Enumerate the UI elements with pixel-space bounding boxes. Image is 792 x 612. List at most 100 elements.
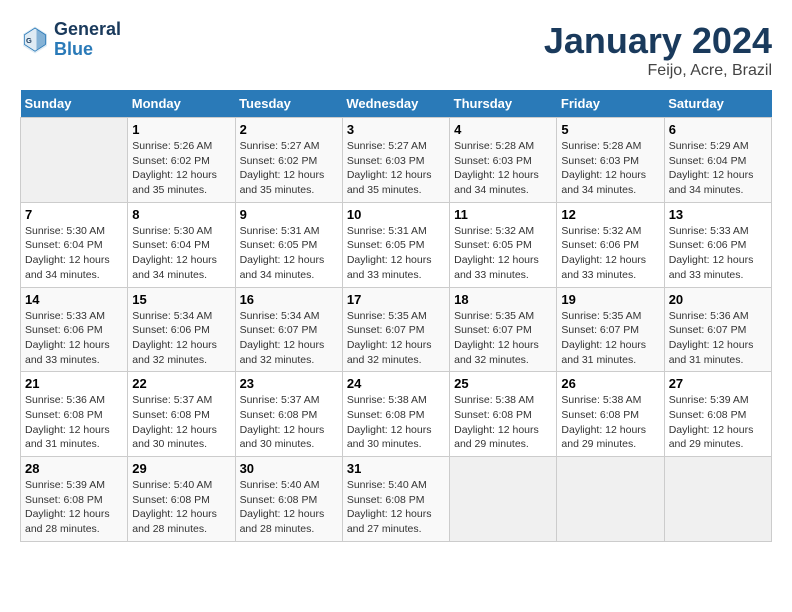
sunrise-text: Sunrise: 5:31 AM bbox=[347, 225, 427, 237]
sunset-text: Sunset: 6:08 PM bbox=[240, 494, 318, 506]
day-number: 29 bbox=[132, 461, 230, 476]
day-info: Sunrise: 5:38 AMSunset: 6:08 PMDaylight:… bbox=[454, 393, 552, 452]
daylight-text: Daylight: 12 hours bbox=[347, 339, 432, 351]
day-cell: 20Sunrise: 5:36 AMSunset: 6:07 PMDayligh… bbox=[664, 287, 771, 372]
day-info: Sunrise: 5:26 AMSunset: 6:02 PMDaylight:… bbox=[132, 139, 230, 198]
daylight-minutes-text: and 35 minutes. bbox=[132, 184, 207, 196]
day-info: Sunrise: 5:37 AMSunset: 6:08 PMDaylight:… bbox=[132, 393, 230, 452]
daylight-text: Daylight: 12 hours bbox=[25, 254, 110, 266]
day-info: Sunrise: 5:35 AMSunset: 6:07 PMDaylight:… bbox=[561, 309, 659, 368]
day-cell bbox=[557, 457, 664, 542]
daylight-minutes-text: and 35 minutes. bbox=[347, 184, 422, 196]
daylight-minutes-text: and 29 minutes. bbox=[454, 438, 529, 450]
day-info: Sunrise: 5:30 AMSunset: 6:04 PMDaylight:… bbox=[132, 224, 230, 283]
daylight-minutes-text: and 32 minutes. bbox=[132, 354, 207, 366]
daylight-minutes-text: and 29 minutes. bbox=[669, 438, 744, 450]
day-info: Sunrise: 5:34 AMSunset: 6:06 PMDaylight:… bbox=[132, 309, 230, 368]
day-cell: 12Sunrise: 5:32 AMSunset: 6:06 PMDayligh… bbox=[557, 202, 664, 287]
daylight-text: Daylight: 12 hours bbox=[669, 169, 754, 181]
daylight-minutes-text: and 31 minutes. bbox=[25, 438, 100, 450]
day-number: 24 bbox=[347, 376, 445, 391]
day-cell: 29Sunrise: 5:40 AMSunset: 6:08 PMDayligh… bbox=[128, 457, 235, 542]
sunrise-text: Sunrise: 5:39 AM bbox=[669, 394, 749, 406]
daylight-minutes-text: and 29 minutes. bbox=[561, 438, 636, 450]
daylight-minutes-text: and 34 minutes. bbox=[669, 184, 744, 196]
day-number: 26 bbox=[561, 376, 659, 391]
day-info: Sunrise: 5:30 AMSunset: 6:04 PMDaylight:… bbox=[25, 224, 123, 283]
day-number: 12 bbox=[561, 207, 659, 222]
daylight-minutes-text: and 34 minutes. bbox=[132, 269, 207, 281]
sunset-text: Sunset: 6:08 PM bbox=[454, 409, 532, 421]
sunset-text: Sunset: 6:06 PM bbox=[561, 239, 639, 251]
day-number: 8 bbox=[132, 207, 230, 222]
title-block: January 2024 Feijo, Acre, Brazil bbox=[544, 20, 772, 80]
day-number: 3 bbox=[347, 122, 445, 137]
day-number: 2 bbox=[240, 122, 338, 137]
column-header-wednesday: Wednesday bbox=[342, 90, 449, 118]
daylight-minutes-text: and 34 minutes. bbox=[561, 184, 636, 196]
daylight-minutes-text: and 34 minutes. bbox=[25, 269, 100, 281]
week-row-1: 1Sunrise: 5:26 AMSunset: 6:02 PMDaylight… bbox=[21, 118, 772, 203]
calendar-header-row: SundayMondayTuesdayWednesdayThursdayFrid… bbox=[21, 90, 772, 118]
sunset-text: Sunset: 6:07 PM bbox=[347, 324, 425, 336]
day-info: Sunrise: 5:31 AMSunset: 6:05 PMDaylight:… bbox=[240, 224, 338, 283]
sunrise-text: Sunrise: 5:35 AM bbox=[561, 310, 641, 322]
daylight-text: Daylight: 12 hours bbox=[132, 339, 217, 351]
sunrise-text: Sunrise: 5:30 AM bbox=[132, 225, 212, 237]
sunset-text: Sunset: 6:04 PM bbox=[669, 155, 747, 167]
daylight-text: Daylight: 12 hours bbox=[132, 508, 217, 520]
sunrise-text: Sunrise: 5:29 AM bbox=[669, 140, 749, 152]
daylight-minutes-text: and 33 minutes. bbox=[25, 354, 100, 366]
day-cell: 5Sunrise: 5:28 AMSunset: 6:03 PMDaylight… bbox=[557, 118, 664, 203]
day-info: Sunrise: 5:31 AMSunset: 6:05 PMDaylight:… bbox=[347, 224, 445, 283]
sunrise-text: Sunrise: 5:32 AM bbox=[454, 225, 534, 237]
daylight-text: Daylight: 12 hours bbox=[561, 169, 646, 181]
daylight-minutes-text: and 28 minutes. bbox=[240, 523, 315, 535]
sunset-text: Sunset: 6:07 PM bbox=[561, 324, 639, 336]
day-cell: 21Sunrise: 5:36 AMSunset: 6:08 PMDayligh… bbox=[21, 372, 128, 457]
daylight-text: Daylight: 12 hours bbox=[347, 254, 432, 266]
sunset-text: Sunset: 6:02 PM bbox=[132, 155, 210, 167]
logo-general: General bbox=[54, 20, 121, 40]
day-info: Sunrise: 5:35 AMSunset: 6:07 PMDaylight:… bbox=[454, 309, 552, 368]
sunset-text: Sunset: 6:08 PM bbox=[669, 409, 747, 421]
day-number: 22 bbox=[132, 376, 230, 391]
sunset-text: Sunset: 6:08 PM bbox=[561, 409, 639, 421]
sunrise-text: Sunrise: 5:40 AM bbox=[347, 479, 427, 491]
sunset-text: Sunset: 6:07 PM bbox=[669, 324, 747, 336]
daylight-text: Daylight: 12 hours bbox=[25, 424, 110, 436]
daylight-minutes-text: and 28 minutes. bbox=[132, 523, 207, 535]
day-info: Sunrise: 5:28 AMSunset: 6:03 PMDaylight:… bbox=[454, 139, 552, 198]
day-cell: 3Sunrise: 5:27 AMSunset: 6:03 PMDaylight… bbox=[342, 118, 449, 203]
daylight-minutes-text: and 33 minutes. bbox=[347, 269, 422, 281]
daylight-minutes-text: and 32 minutes. bbox=[347, 354, 422, 366]
sunset-text: Sunset: 6:08 PM bbox=[240, 409, 318, 421]
column-header-tuesday: Tuesday bbox=[235, 90, 342, 118]
daylight-minutes-text: and 34 minutes. bbox=[240, 269, 315, 281]
sunset-text: Sunset: 6:07 PM bbox=[454, 324, 532, 336]
daylight-minutes-text: and 30 minutes. bbox=[347, 438, 422, 450]
logo-text-block: General Blue bbox=[54, 20, 121, 60]
sunrise-text: Sunrise: 5:33 AM bbox=[669, 225, 749, 237]
logo-icon: G bbox=[20, 25, 50, 55]
day-number: 27 bbox=[669, 376, 767, 391]
day-info: Sunrise: 5:35 AMSunset: 6:07 PMDaylight:… bbox=[347, 309, 445, 368]
day-cell: 28Sunrise: 5:39 AMSunset: 6:08 PMDayligh… bbox=[21, 457, 128, 542]
day-cell: 19Sunrise: 5:35 AMSunset: 6:07 PMDayligh… bbox=[557, 287, 664, 372]
day-number: 23 bbox=[240, 376, 338, 391]
daylight-text: Daylight: 12 hours bbox=[240, 508, 325, 520]
day-cell: 7Sunrise: 5:30 AMSunset: 6:04 PMDaylight… bbox=[21, 202, 128, 287]
daylight-text: Daylight: 12 hours bbox=[347, 169, 432, 181]
sunrise-text: Sunrise: 5:32 AM bbox=[561, 225, 641, 237]
day-number: 4 bbox=[454, 122, 552, 137]
sunset-text: Sunset: 6:05 PM bbox=[240, 239, 318, 251]
sunset-text: Sunset: 6:05 PM bbox=[454, 239, 532, 251]
sunrise-text: Sunrise: 5:30 AM bbox=[25, 225, 105, 237]
sunset-text: Sunset: 6:03 PM bbox=[561, 155, 639, 167]
daylight-text: Daylight: 12 hours bbox=[669, 254, 754, 266]
day-info: Sunrise: 5:28 AMSunset: 6:03 PMDaylight:… bbox=[561, 139, 659, 198]
daylight-text: Daylight: 12 hours bbox=[454, 424, 539, 436]
day-cell: 10Sunrise: 5:31 AMSunset: 6:05 PMDayligh… bbox=[342, 202, 449, 287]
sunset-text: Sunset: 6:03 PM bbox=[454, 155, 532, 167]
daylight-text: Daylight: 12 hours bbox=[132, 254, 217, 266]
